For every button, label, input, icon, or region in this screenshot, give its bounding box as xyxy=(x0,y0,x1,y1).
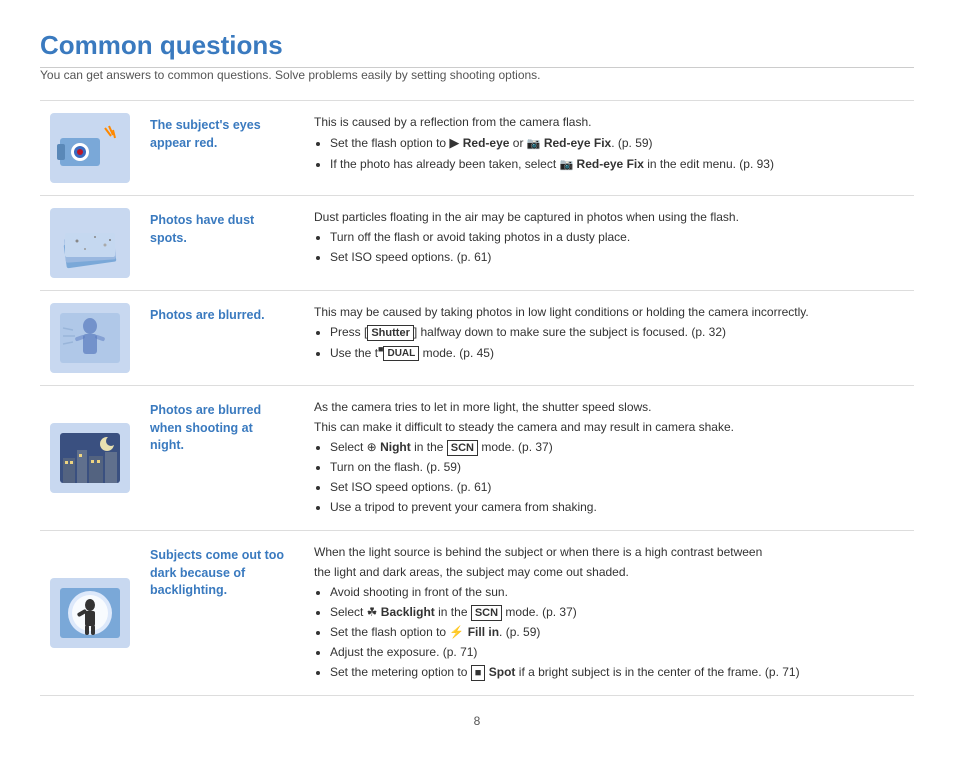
row-image-blurred xyxy=(40,291,140,386)
row-desc-red-eye: This is caused by a reflection from the … xyxy=(300,101,914,196)
page-subtitle: You can get answers to common questions.… xyxy=(40,68,914,82)
table-row: Photos are blurred. This may be caused b… xyxy=(40,291,914,386)
table-row: Photos have dust spots. Dust particles f… xyxy=(40,196,914,291)
table-row: The subject's eyes appear red. This is c… xyxy=(40,101,914,196)
page-title: Common questions xyxy=(40,30,914,61)
row-image-dust-spots xyxy=(40,196,140,291)
row-image-red-eye xyxy=(40,101,140,196)
row-desc-dust-spots: Dust particles floating in the air may b… xyxy=(300,196,914,291)
row-desc-blurred: This may be caused by taking photos in l… xyxy=(300,291,914,386)
table-row: Subjects come out too dark because of ba… xyxy=(40,531,914,696)
faq-table: The subject's eyes appear red. This is c… xyxy=(40,100,914,696)
row-label-blurred-night: Photos are blurred when shooting at nigh… xyxy=(140,386,300,531)
row-desc-blurred-night: As the camera tries to let in more light… xyxy=(300,386,914,531)
row-label-red-eye: The subject's eyes appear red. xyxy=(140,101,300,196)
row-desc-backlighting: When the light source is behind the subj… xyxy=(300,531,914,696)
page-number: 8 xyxy=(40,714,914,728)
row-label-blurred: Photos are blurred. xyxy=(140,291,300,386)
row-image-blurred-night xyxy=(40,386,140,531)
row-image-backlighting xyxy=(40,531,140,696)
row-label-dust-spots: Photos have dust spots. xyxy=(140,196,300,291)
table-row: Photos are blurred when shooting at nigh… xyxy=(40,386,914,531)
row-label-backlighting: Subjects come out too dark because of ba… xyxy=(140,531,300,696)
